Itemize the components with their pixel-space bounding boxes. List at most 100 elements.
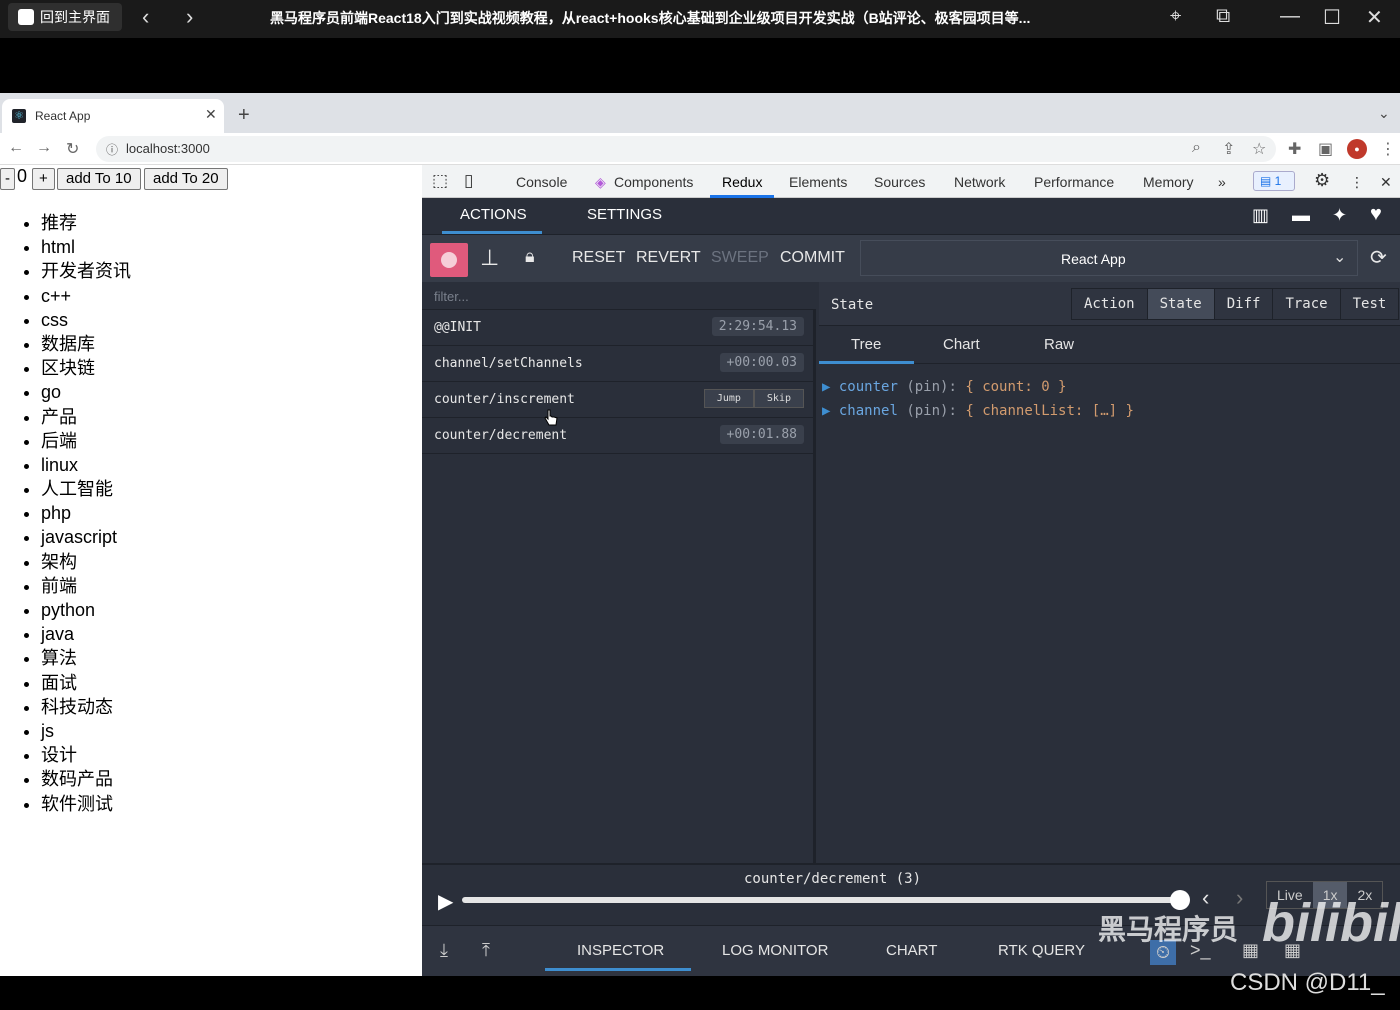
- export-icon[interactable]: ⤒: [482, 940, 490, 961]
- action-time: +00:00.03: [719, 353, 804, 372]
- reset-button[interactable]: RESET: [572, 249, 625, 267]
- sync-icon[interactable]: ⟳: [1370, 245, 1387, 270]
- feedback-icon[interactable]: ▬: [1292, 205, 1310, 226]
- inspector-pane: State Action State Diff Trace Test Tree …: [819, 282, 1400, 863]
- action-row[interactable]: @@INIT 2:29:54.13: [422, 310, 816, 346]
- revert-button[interactable]: REVERT: [636, 249, 701, 267]
- close-icon[interactable]: ✕: [1366, 5, 1383, 30]
- tab-test[interactable]: Test: [1340, 289, 1399, 319]
- action-row[interactable]: counter/inscrement Jump Skip: [422, 382, 816, 418]
- player-title-bar: 回到主界面 ‹ › 黑马程序员前端React18入门到实战视频教程，从react…: [0, 0, 1400, 38]
- forward-icon[interactable]: ›: [186, 4, 193, 30]
- zoom-icon[interactable]: ⌕: [1192, 139, 1201, 157]
- state-tree-node[interactable]: ▶ counter (pin): { count: 0 }: [822, 379, 1067, 395]
- heart-icon[interactable]: ♥: [1370, 203, 1382, 226]
- tab-actions[interactable]: ACTIONS: [460, 206, 527, 223]
- tab-tree[interactable]: Tree: [851, 336, 881, 353]
- decrement-button[interactable]: -: [0, 168, 15, 190]
- site-info-icon[interactable]: ⓘ: [106, 141, 118, 158]
- issues-badge[interactable]: ▤ 1: [1253, 171, 1295, 191]
- action-time: 2:29:54.13: [711, 317, 804, 336]
- channel-list-item: javascript: [41, 525, 131, 549]
- skip-button[interactable]: Skip: [753, 389, 804, 408]
- tab-trace[interactable]: Trace: [1273, 289, 1341, 319]
- filter-input[interactable]: filter...: [422, 282, 816, 310]
- device-toolbar-icon[interactable]: ▯: [464, 171, 473, 191]
- sweep-button[interactable]: SWEEP: [711, 249, 769, 267]
- tab-chart[interactable]: Chart: [943, 336, 980, 353]
- tab-console[interactable]: Console: [516, 174, 567, 190]
- devtools-close-icon[interactable]: ✕: [1380, 174, 1392, 191]
- nav-back-icon[interactable]: ←: [8, 139, 24, 157]
- add-to-20-button[interactable]: add To 20: [144, 168, 228, 190]
- home-button[interactable]: 回到主界面: [8, 3, 122, 31]
- tab-sources[interactable]: Sources: [874, 174, 925, 190]
- tab-redux[interactable]: Redux: [722, 174, 762, 190]
- tab-performance[interactable]: Performance: [1034, 174, 1114, 190]
- share-icon[interactable]: ⇪: [1222, 139, 1235, 159]
- channel-list-item: 开发者资讯: [41, 259, 131, 283]
- action-row[interactable]: channel/setChannels +00:00.03: [422, 346, 816, 382]
- jump-button[interactable]: Jump: [703, 389, 754, 408]
- pin-icon[interactable]: ⊥: [480, 245, 499, 271]
- sidepanel-icon[interactable]: ▣: [1318, 139, 1333, 159]
- commit-button[interactable]: COMMIT: [780, 249, 845, 267]
- address-bar[interactable]: ⓘ localhost:3000 ⌕ ⇪ ☆: [96, 136, 1276, 162]
- back-icon[interactable]: ‹: [142, 4, 149, 30]
- channel-list-item: 产品: [41, 405, 131, 429]
- instance-select[interactable]: React App ⌄: [860, 240, 1358, 276]
- bookmark-star-icon[interactable]: ☆: [1252, 139, 1266, 159]
- tab-inspector[interactable]: INSPECTOR: [577, 942, 664, 959]
- inspect-element-icon[interactable]: ⬚: [432, 171, 448, 191]
- extensions-icon[interactable]: ✚: [1288, 139, 1301, 159]
- slider-track[interactable]: [462, 897, 1180, 903]
- reload-icon[interactable]: ↻: [66, 139, 79, 159]
- lock-icon[interactable]: 🔒︎: [525, 246, 535, 267]
- play-icon[interactable]: ▶: [438, 889, 453, 914]
- docs-book-icon[interactable]: ▥: [1252, 205, 1269, 226]
- increment-button[interactable]: +: [32, 168, 55, 190]
- hand-cursor-icon: [544, 409, 558, 426]
- minimize-icon[interactable]: —: [1280, 5, 1300, 28]
- tab-rtk-query[interactable]: RTK QUERY: [998, 942, 1085, 959]
- tab-memory[interactable]: Memory: [1143, 174, 1194, 190]
- settings-gear-icon[interactable]: ⚙: [1314, 170, 1330, 191]
- record-button[interactable]: [430, 243, 468, 277]
- browser-tab[interactable]: ⚛ React App ✕: [2, 99, 224, 133]
- state-tree-node[interactable]: ▶ channel (pin): { channelList: […] }: [822, 403, 1134, 419]
- tab-close-icon[interactable]: ✕: [205, 106, 217, 123]
- pip-icon[interactable]: ⧉: [1216, 5, 1230, 28]
- devtools-menu-icon[interactable]: ⋮: [1350, 174, 1364, 191]
- twitter-icon[interactable]: ✦: [1332, 205, 1347, 226]
- tab-components[interactable]: Components: [614, 174, 693, 190]
- tab-network[interactable]: Network: [954, 174, 1005, 190]
- tab-list-chevron-icon[interactable]: ⌄: [1378, 105, 1390, 122]
- new-tab-icon[interactable]: +: [238, 104, 250, 127]
- import-icon[interactable]: ⤓: [440, 940, 448, 961]
- tab-diff[interactable]: Diff: [1214, 289, 1274, 319]
- grid-icon[interactable]: ▦: [1242, 940, 1259, 961]
- nav-forward-icon[interactable]: →: [36, 139, 52, 157]
- more-tabs-icon[interactable]: »: [1218, 174, 1226, 190]
- tab-elements[interactable]: Elements: [789, 174, 847, 190]
- maximize-icon[interactable]: ☐: [1323, 5, 1341, 30]
- add-to-10-button[interactable]: add To 10: [57, 168, 141, 190]
- expand-arrow-icon[interactable]: ▶: [822, 403, 830, 419]
- pin-icon[interactable]: ⌖: [1170, 5, 1181, 28]
- home-icon: [18, 9, 34, 25]
- channel-list-item: python: [41, 598, 131, 622]
- channel-list-item: 科技动态: [41, 695, 131, 719]
- expand-arrow-icon[interactable]: ▶: [822, 379, 830, 395]
- browser-menu-icon[interactable]: ⋮: [1380, 139, 1396, 159]
- tab-chart-monitor[interactable]: CHART: [886, 942, 937, 959]
- profile-avatar[interactable]: ●: [1347, 139, 1367, 159]
- tab-raw[interactable]: Raw: [1044, 336, 1074, 353]
- action-row[interactable]: counter/decrement +00:01.88: [422, 418, 816, 454]
- slider-thumb[interactable]: [1170, 890, 1190, 910]
- tab-action[interactable]: Action: [1072, 289, 1148, 319]
- tab-log-monitor[interactable]: LOG MONITOR: [722, 942, 828, 959]
- tab-settings[interactable]: SETTINGS: [587, 206, 662, 223]
- heima-watermark: 黑马程序员: [1098, 914, 1239, 945]
- tab-state[interactable]: State: [1147, 289, 1215, 319]
- channel-list-item: 架构: [41, 550, 131, 574]
